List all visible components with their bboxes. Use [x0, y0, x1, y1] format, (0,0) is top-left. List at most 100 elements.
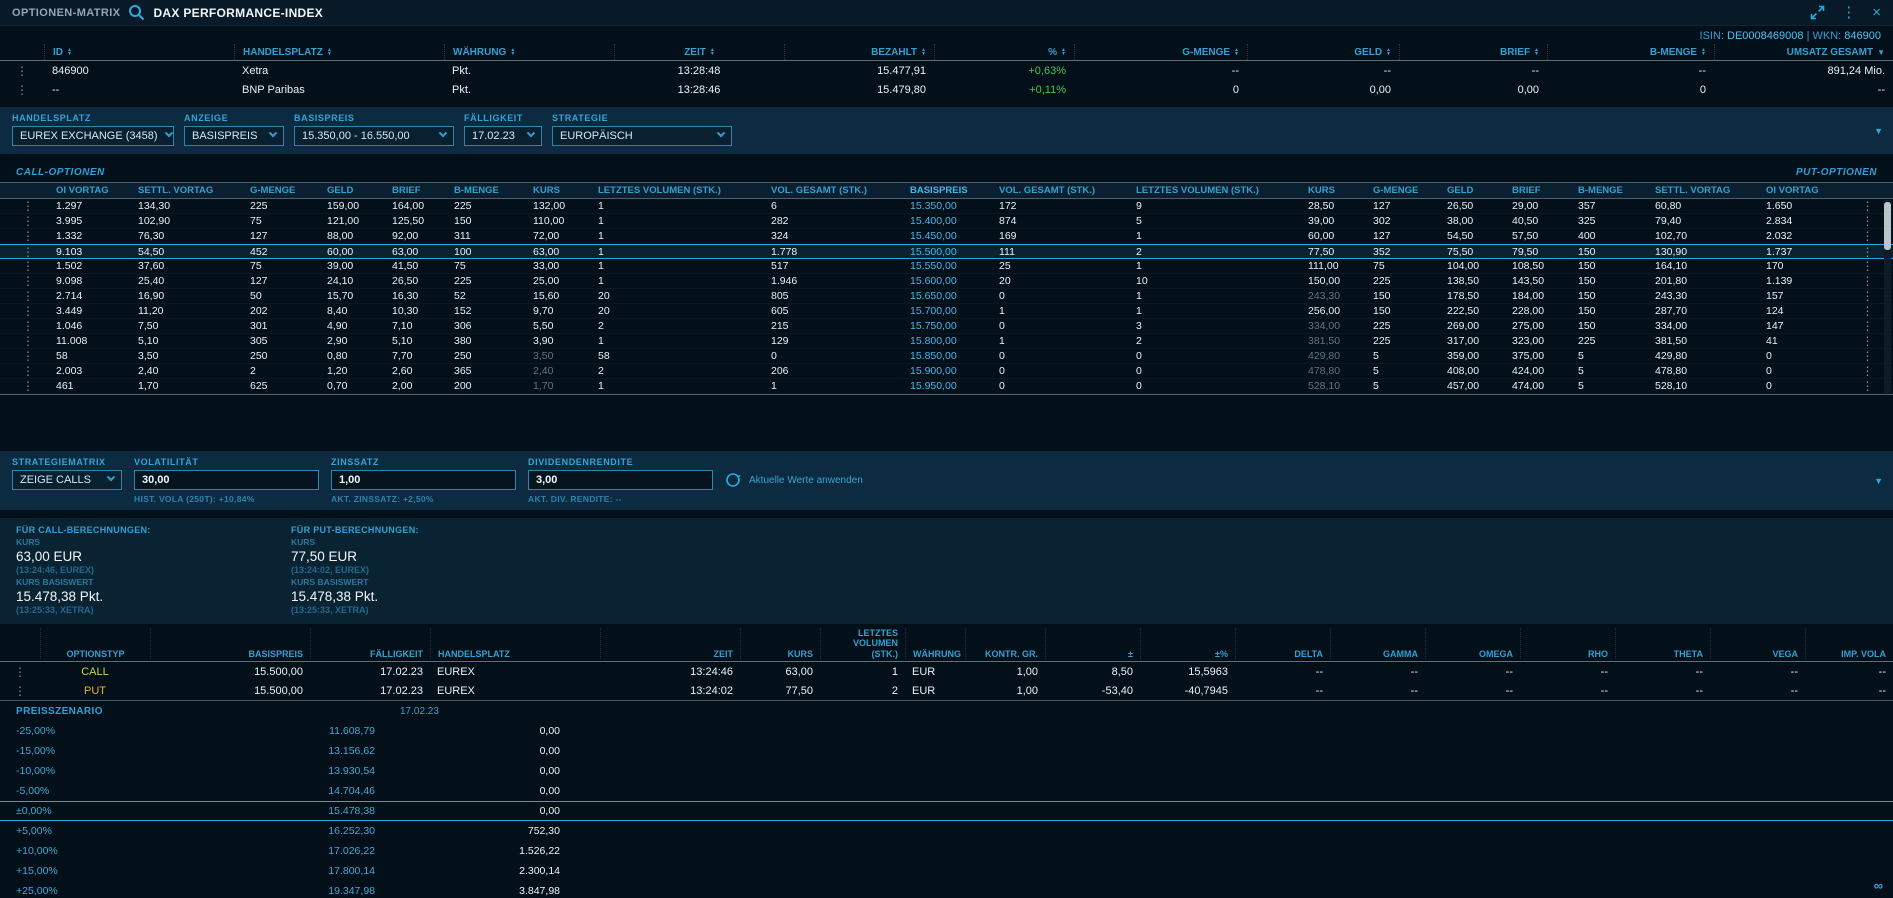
scrollbar-track[interactable]: [1884, 200, 1891, 393]
row-menu-icon[interactable]: ⋮: [1843, 245, 1886, 259]
scenario-row[interactable]: -25,00%11.608,790,00: [0, 721, 1893, 741]
detail-column-header[interactable]: KURS: [740, 628, 820, 659]
row-menu-icon[interactable]: ⋮: [0, 684, 40, 698]
scenario-row[interactable]: +25,00%19.347,983.847,98: [0, 881, 1893, 898]
detail-column-header[interactable]: OPTIONSTYP: [40, 628, 150, 659]
column-header-id[interactable]: ID▲▼: [44, 44, 234, 60]
row-menu-icon[interactable]: ⋮: [1843, 289, 1886, 303]
options-column-header[interactable]: KURS: [527, 185, 592, 196]
options-row[interactable]: ⋮1.33276,3012788,0092,0031172,00132415.4…: [0, 229, 1893, 244]
detail-column-header[interactable]: FÄLLIGKEIT: [310, 628, 430, 659]
row-menu-icon[interactable]: ⋮: [1843, 229, 1886, 243]
basispreis-dropdown[interactable]: 15.350,00 - 16.550,00: [294, 126, 454, 146]
column-header-w-hrung[interactable]: WÄHRUNG▲▼: [444, 44, 614, 60]
options-row[interactable]: ⋮2.71416,905015,7016,305215,602080515.65…: [0, 289, 1893, 304]
scenario-row[interactable]: -5,00%14.704,460,00: [0, 781, 1893, 801]
search-icon[interactable]: [128, 4, 145, 21]
row-menu-icon[interactable]: ⋮: [1843, 349, 1886, 363]
detail-row[interactable]: ⋮CALL15.500,0017.02.23EUREX13:24:4663,00…: [0, 662, 1893, 681]
collapse-caret-icon[interactable]: ▼: [1874, 126, 1883, 136]
options-row[interactable]: ⋮11.0085,103052,905,103803,90112915.800,…: [0, 334, 1893, 349]
options-row[interactable]: ⋮1.297134,30225159,00164,00225132,001615…: [0, 199, 1893, 214]
column-header-umsatz-gesamt[interactable]: UMSATZ GESAMT▼: [1714, 44, 1893, 60]
detail-column-header[interactable]: RHO: [1520, 628, 1615, 659]
dividend-input[interactable]: [528, 470, 713, 490]
row-menu-icon[interactable]: ⋮: [0, 319, 50, 333]
options-column-header[interactable]: BRIEF: [386, 185, 448, 196]
options-column-header[interactable]: VOL. GESAMT (STK.): [765, 185, 904, 196]
detail-column-header[interactable]: OMEGA: [1425, 628, 1520, 659]
options-column-header[interactable]: LETZTES VOLUMEN (STK.): [592, 185, 765, 196]
detail-column-header[interactable]: ZEIT: [600, 628, 740, 659]
row-menu-icon[interactable]: ⋮: [0, 214, 50, 228]
options-column-header[interactable]: B-MENGE: [1572, 185, 1649, 196]
options-column-header[interactable]: VOL. GESAMT (STK.): [993, 185, 1130, 196]
detail-column-header[interactable]: HANDELSPLATZ: [430, 628, 600, 659]
row-menu-icon[interactable]: ⋮: [0, 199, 50, 213]
options-column-header[interactable]: OI VORTAG: [50, 185, 132, 196]
row-menu-icon[interactable]: ⋮: [0, 274, 50, 288]
row-menu-icon[interactable]: ⋮: [0, 259, 50, 273]
row-menu-icon[interactable]: ⋮: [1843, 199, 1886, 213]
interest-input[interactable]: [331, 470, 516, 490]
detail-row[interactable]: ⋮PUT15.500,0017.02.23EUREX13:24:0277,502…: [0, 681, 1893, 700]
options-column-header[interactable]: BRIEF: [1506, 185, 1572, 196]
column-header--[interactable]: %▲▼: [934, 44, 1074, 60]
options-column-header[interactable]: G-MENGE: [1367, 185, 1441, 196]
detail-column-header[interactable]: THETA: [1615, 628, 1710, 659]
row-menu-icon[interactable]: ⋮: [1843, 274, 1886, 288]
row-menu-icon[interactable]: ⋮: [1843, 379, 1886, 393]
row-menu-icon[interactable]: ⋮: [0, 349, 50, 363]
options-row[interactable]: ⋮2.0032,4021,202,603652,40220615.900,000…: [0, 364, 1893, 379]
column-header-brief[interactable]: BRIEF▲▼: [1399, 44, 1547, 60]
row-menu-icon[interactable]: ⋮: [1843, 334, 1886, 348]
status-icon[interactable]: ∞: [1874, 878, 1883, 893]
row-menu-icon[interactable]: ⋮: [1843, 259, 1886, 273]
options-column-header[interactable]: GELD: [1441, 185, 1506, 196]
options-row[interactable]: ⋮4611,706250,702,002001,701115.950,00005…: [0, 379, 1893, 394]
row-menu-icon[interactable]: ⋮: [1843, 304, 1886, 318]
detail-column-header[interactable]: DELTA: [1235, 628, 1330, 659]
options-column-header[interactable]: SETTL. VORTAG: [1649, 185, 1760, 196]
row-menu-icon[interactable]: ⋮: [0, 289, 50, 303]
anzeige-dropdown[interactable]: BASISPREIS: [184, 126, 284, 146]
close-icon[interactable]: ×: [1872, 5, 1881, 20]
row-menu-icon[interactable]: ⋮: [1843, 214, 1886, 228]
options-row[interactable]: ⋮3.44911,202028,4010,301529,702060515.70…: [0, 304, 1893, 319]
volatility-input[interactable]: [134, 470, 319, 490]
detail-column-header[interactable]: VEGA: [1710, 628, 1805, 659]
detail-column-header[interactable]: WÄHRUNG: [905, 628, 965, 659]
options-column-header[interactable]: OI VORTAG: [1760, 185, 1843, 196]
options-column-header[interactable]: SETTL. VORTAG: [132, 185, 244, 196]
detail-column-header[interactable]: ±%: [1140, 628, 1235, 659]
column-header-handelsplatz[interactable]: HANDELSPLATZ▲▼: [234, 44, 444, 60]
options-row[interactable]: ⋮9.09825,4012724,1026,5022525,0011.94615…: [0, 274, 1893, 289]
detail-column-header[interactable]: GAMMA: [1330, 628, 1425, 659]
scrollbar-thumb[interactable]: [1884, 202, 1891, 250]
quote-row[interactable]: ⋮--BNP ParibasPkt.13:28:4615.479,80+0,11…: [0, 80, 1893, 99]
options-column-header[interactable]: GELD: [321, 185, 386, 196]
scenario-row[interactable]: ±0,00%15.478,380,00: [0, 801, 1893, 821]
options-column-header[interactable]: B-MENGE: [448, 185, 527, 196]
options-column-header[interactable]: BASISPREIS: [904, 185, 993, 196]
column-header-g-menge[interactable]: G-MENGE▲▼: [1074, 44, 1247, 60]
options-column-header[interactable]: G-MENGE: [244, 185, 321, 196]
handelsplatz-dropdown[interactable]: EUREX EXCHANGE (3458): [12, 126, 174, 146]
row-menu-icon[interactable]: ⋮: [0, 364, 50, 378]
options-column-header[interactable]: LETZTES VOLUMEN (STK.): [1130, 185, 1302, 196]
row-menu-icon[interactable]: ⋮: [0, 229, 50, 243]
options-row[interactable]: ⋮1.50237,607539,0041,507533,00151715.550…: [0, 259, 1893, 274]
options-row[interactable]: ⋮583,502500,807,702503,5058015.850,00004…: [0, 349, 1893, 364]
column-header-bezahlt[interactable]: BEZAHLT▲▼: [784, 44, 934, 60]
detail-column-header[interactable]: ±: [1045, 628, 1140, 659]
options-row[interactable]: ⋮1.0467,503014,907,103065,50221515.750,0…: [0, 319, 1893, 334]
menu-kebab-icon[interactable]: ⋮: [1841, 5, 1856, 20]
row-menu-icon[interactable]: ⋮: [1843, 364, 1886, 378]
options-row[interactable]: ⋮9.10354,5045260,0063,0010063,0011.77815…: [0, 244, 1893, 259]
scenario-row[interactable]: -15,00%13.156,620,00: [0, 741, 1893, 761]
row-menu-icon[interactable]: ⋮: [0, 83, 44, 97]
expand-icon[interactable]: [1810, 5, 1825, 20]
quote-row[interactable]: ⋮846900XetraPkt.13:28:4815.477,91+0,63%-…: [0, 61, 1893, 80]
instrument-title[interactable]: DAX PERFORMANCE-INDEX: [153, 6, 323, 20]
column-header-geld[interactable]: GELD▲▼: [1247, 44, 1399, 60]
